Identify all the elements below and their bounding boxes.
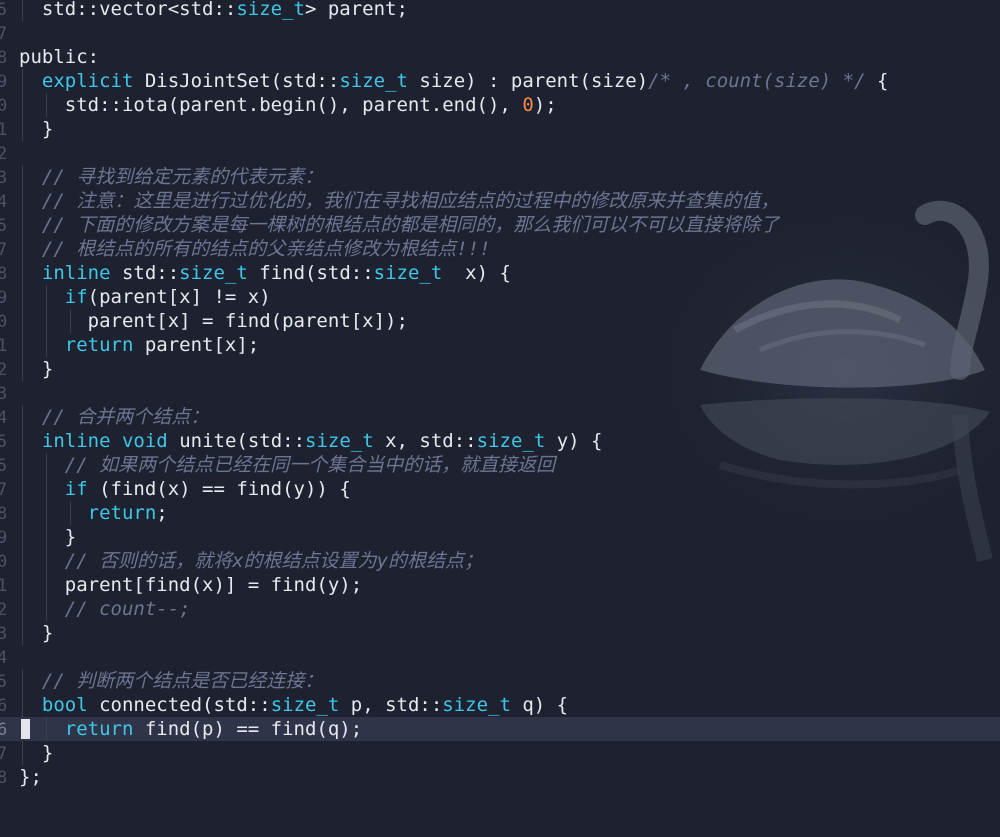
code-line[interactable]: explicit DisJointSet(std::size_t size) :… bbox=[0, 69, 1000, 93]
code-line[interactable]: } bbox=[0, 357, 1000, 381]
code-line[interactable]: // 根结点的所有的结点的父亲结点修改为根结点!!! bbox=[0, 237, 1000, 261]
code-line[interactable]: public: bbox=[0, 45, 1000, 69]
code-line[interactable]: // 否则的话，就将x的根结点设置为y的根结点； bbox=[0, 549, 1000, 573]
code-line[interactable]: // count--; bbox=[0, 597, 1000, 621]
code-line[interactable]: // 寻找到给定元素的代表元素： bbox=[0, 165, 1000, 189]
code-line[interactable]: bool connected(std::size_t p, std::size_… bbox=[0, 693, 1000, 717]
code-line[interactable]: // 合并两个结点： bbox=[0, 405, 1000, 429]
code-line[interactable]: } bbox=[0, 621, 1000, 645]
code-line[interactable]: // 下面的修改方案是每一棵树的根结点的都是相同的，那么我们可以不可以直接将除了 bbox=[0, 213, 1000, 237]
code-line[interactable]: } bbox=[0, 117, 1000, 141]
code-line[interactable]: parent[find(x)] = find(y); bbox=[0, 573, 1000, 597]
code-line[interactable]: inline void unite(std::size_t x, std::si… bbox=[0, 429, 1000, 453]
code-line[interactable]: inline std::size_t find(std::size_t x) { bbox=[0, 261, 1000, 285]
code-line[interactable]: parent[x] = find(parent[x]); bbox=[0, 309, 1000, 333]
code-line[interactable]: // 注意：这里是进行过优化的，我们在寻找相应结点的过程中的修改原来并查集的值， bbox=[0, 189, 1000, 213]
code-line[interactable]: if(parent[x] != x) bbox=[0, 285, 1000, 309]
code-line[interactable]: // 如果两个结点已经在同一个集合当中的话，就直接返回 bbox=[0, 453, 1000, 477]
code-line[interactable]: } bbox=[0, 525, 1000, 549]
code-line[interactable]: } bbox=[0, 741, 1000, 765]
current-code-line[interactable]: return find(p) == find(q); bbox=[0, 717, 1000, 741]
code-line[interactable]: std::iota(parent.begin(), parent.end(), … bbox=[0, 93, 1000, 117]
code-line[interactable]: return; bbox=[0, 501, 1000, 525]
code-line[interactable]: // 判断两个结点是否已经连接： bbox=[0, 669, 1000, 693]
code-line[interactable]: }; bbox=[0, 765, 1000, 789]
code-line[interactable]: if (find(x) == find(y)) { bbox=[0, 477, 1000, 501]
code-line[interactable]: std::vector<std::size_t> parent; bbox=[0, 0, 1000, 21]
code-line[interactable]: return parent[x]; bbox=[0, 333, 1000, 357]
